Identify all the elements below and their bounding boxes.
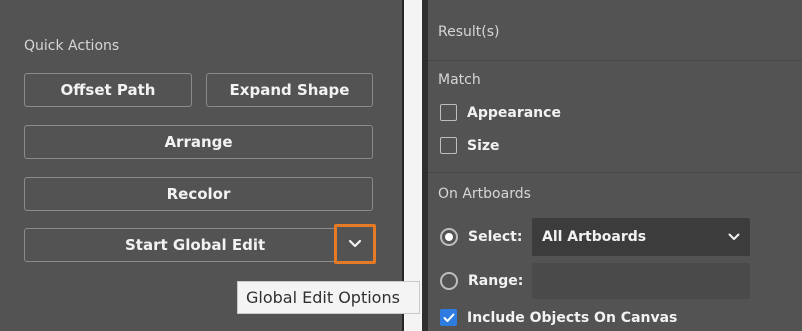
appearance-label: Appearance <box>467 104 561 121</box>
artboards-dropdown[interactable]: All Artboards <box>532 218 750 256</box>
artboards-dropdown-value: All Artboards <box>542 229 647 245</box>
range-input[interactable] <box>532 263 750 299</box>
chevron-down-icon <box>728 233 740 240</box>
appearance-checkbox[interactable] <box>440 104 457 121</box>
start-global-edit-label: Start Global Edit <box>125 236 266 254</box>
global-edit-options-tooltip: Global Edit Options <box>237 281 420 314</box>
offset-path-button[interactable]: Offset Path <box>24 73 192 107</box>
quick-actions-title: Quick Actions <box>24 38 120 54</box>
include-objects-label: Include Objects On Canvas <box>467 309 678 326</box>
global-edit-options-button[interactable] <box>334 224 376 264</box>
range-option[interactable]: Range: <box>440 272 523 290</box>
match-title: Match <box>438 72 481 88</box>
size-label: Size <box>467 137 500 154</box>
checkmark-icon <box>443 313 454 322</box>
expand-shape-button[interactable]: Expand Shape <box>206 73 373 107</box>
recolor-button[interactable]: Recolor <box>24 177 373 211</box>
results-panel: Result(s) Match Appearance Size On Artbo… <box>428 0 802 331</box>
select-radio[interactable] <box>440 228 458 246</box>
appearance-option[interactable]: Appearance <box>440 104 561 121</box>
divider <box>428 60 802 61</box>
start-global-edit-button[interactable]: Start Global Edit <box>24 228 373 262</box>
size-checkbox[interactable] <box>440 137 457 154</box>
select-option[interactable]: Select: <box>440 228 522 246</box>
on-artboards-title: On Artboards <box>438 186 531 202</box>
include-objects-option[interactable]: Include Objects On Canvas <box>440 309 677 326</box>
range-label: Range: <box>468 273 524 289</box>
size-option[interactable]: Size <box>440 137 500 154</box>
select-label: Select: <box>468 229 523 245</box>
arrange-button[interactable]: Arrange <box>24 125 373 159</box>
divider <box>428 172 802 173</box>
include-objects-checkbox[interactable] <box>440 309 457 326</box>
range-radio[interactable] <box>440 272 458 290</box>
results-title: Result(s) <box>438 24 500 40</box>
chevron-down-icon <box>348 239 362 248</box>
